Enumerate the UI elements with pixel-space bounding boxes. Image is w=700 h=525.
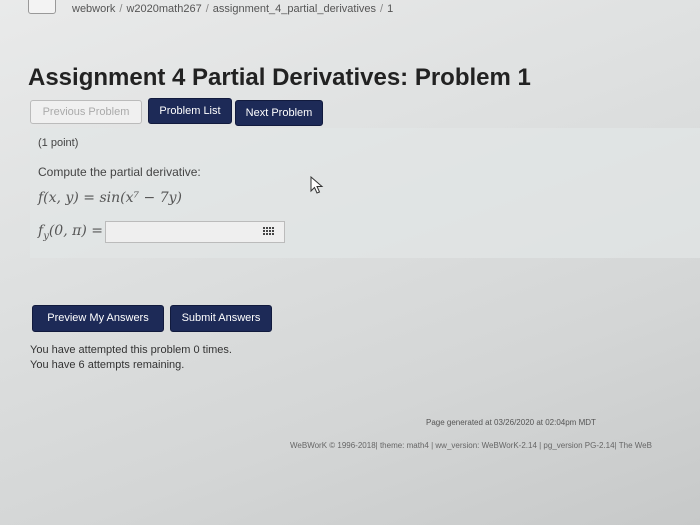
breadcrumb-separator: / xyxy=(205,3,209,15)
previous-problem-button[interactable]: Previous Problem xyxy=(30,100,142,124)
page-title: Assignment 4 Partial Derivatives: Proble… xyxy=(28,64,531,92)
submit-answers-button[interactable]: Submit Answers xyxy=(170,305,272,332)
equation-editor-icon[interactable] xyxy=(263,227,274,237)
function-definition: f(x, y) = sin(x⁷ − 7y) xyxy=(38,190,182,206)
breadcrumb-separator: / xyxy=(380,3,384,15)
attempts-info: You have attempted this problem 0 times.… xyxy=(30,343,232,373)
top-button[interactable] xyxy=(28,0,56,14)
mouse-cursor-icon xyxy=(310,176,324,194)
attempts-remaining: You have 6 attempts remaining. xyxy=(30,359,185,371)
answer-input[interactable] xyxy=(105,221,285,243)
problem-prompt: Compute the partial derivative: xyxy=(38,165,201,179)
breadcrumb-item-webwork[interactable]: webwork xyxy=(72,3,115,15)
derivative-target: fy(0, π) = xyxy=(38,223,103,242)
top-bar: webwork / w2020math267/assignment_4_partia… xyxy=(0,0,700,24)
problem-points: (1 point) xyxy=(38,137,79,149)
function-lhs: f(x, y) = xyxy=(38,190,100,206)
function-rhs: sin(x⁷ − 7y) xyxy=(99,190,183,206)
footer-credits: WeBWorK © 1996-2018| theme: math4 | ww_v… xyxy=(290,441,652,450)
breadcrumb-item-assignment[interactable]: assignment_4_partial_derivatives xyxy=(213,3,376,15)
target-args: (0, π) = xyxy=(48,223,103,239)
next-problem-button[interactable]: Next Problem xyxy=(235,100,323,126)
breadcrumb-item-problem: 1 xyxy=(387,3,394,15)
breadcrumb-separator: / xyxy=(119,3,123,15)
problem-list-button[interactable]: Problem List xyxy=(148,98,232,124)
breadcrumb: webwork / w2020math267/assignment_4_partia… xyxy=(72,3,393,15)
breadcrumb-item-course[interactable]: w2020math267 xyxy=(126,3,201,15)
preview-answers-button[interactable]: Preview My Answers xyxy=(32,305,164,332)
page-generated-text: Page generated at 03/26/2020 at 02:04pm … xyxy=(426,418,596,427)
attempts-made: You have attempted this problem 0 times. xyxy=(30,344,232,356)
